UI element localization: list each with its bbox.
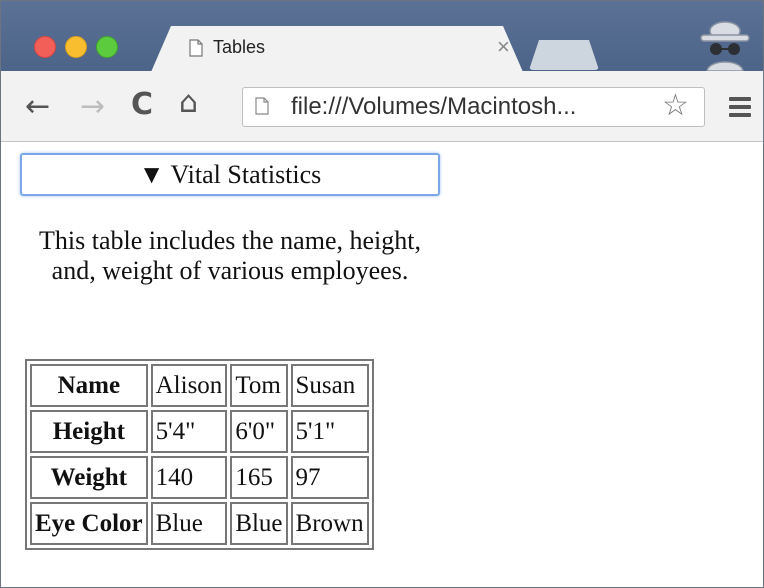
table-cell: Alison (150, 364, 228, 407)
table-row: Name Alison Tom Susan (30, 364, 369, 407)
menu-icon[interactable] (729, 97, 751, 117)
close-window-button[interactable] (34, 36, 56, 58)
table-row: Eye Color Blue Blue Brown (30, 502, 369, 545)
zoom-window-button[interactable] (96, 36, 118, 58)
table-cell: Susan (290, 364, 369, 407)
table-cell: 97 (290, 456, 369, 499)
table-description: This table includes the name, height, an… (39, 226, 421, 285)
forward-arrow-icon[interactable]: → (80, 89, 105, 124)
table-cell: 6'0" (230, 410, 288, 453)
home-icon[interactable]: ⌂ (179, 85, 198, 120)
reload-icon[interactable]: C (131, 87, 153, 122)
incognito-icon (700, 21, 750, 71)
tab-close-icon[interactable]: × (497, 34, 510, 60)
bookmark-star-icon[interactable]: ☆ (662, 88, 689, 123)
table-cell: 5'1" (290, 410, 369, 453)
browser-window: Tables × ← → C ⌂ file:///Volumes/Macinto… (0, 0, 764, 588)
page-info-icon[interactable] (255, 97, 269, 115)
table-cell: Blue (230, 502, 288, 545)
details-summary-toggle[interactable]: ▼ Vital Statistics (20, 153, 440, 196)
table-cell: Tom (230, 364, 288, 407)
table-cell: Blue (150, 502, 228, 545)
vital-statistics-table: Name Alison Tom Susan Height 5'4" 6'0" 5… (25, 359, 374, 550)
minimize-window-button[interactable] (65, 36, 87, 58)
back-arrow-icon[interactable]: ← (25, 89, 50, 124)
title-bar: Tables × (1, 1, 763, 72)
new-tab-button[interactable] (529, 40, 599, 70)
table-cell: 165 (230, 456, 288, 499)
row-header: Eye Color (30, 502, 148, 545)
row-header: Height (30, 410, 148, 453)
table-cell: 140 (150, 456, 228, 499)
tab-title: Tables (213, 37, 266, 57)
table-row: Weight 140 165 97 (30, 456, 369, 499)
row-header: Name (30, 364, 148, 407)
table-cell: Brown (290, 502, 369, 545)
url-text[interactable]: file:///Volumes/Macintosh... (291, 93, 576, 121)
table-row: Height 5'4" 6'0" 5'1" (30, 410, 369, 453)
page-icon (189, 39, 203, 57)
tab-tables[interactable] (151, 26, 523, 72)
row-header: Weight (30, 456, 148, 499)
table-cell: 5'4" (150, 410, 228, 453)
